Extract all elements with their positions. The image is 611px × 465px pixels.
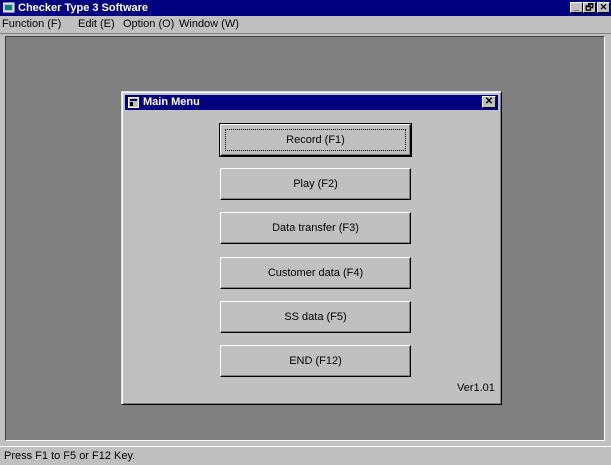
dialog-titlebar[interactable]: Main Menu ✕	[125, 95, 498, 110]
data-transfer-button[interactable]: Data transfer (F3)	[220, 212, 411, 244]
close-icon: ✕	[484, 96, 494, 107]
close-icon: ✕	[599, 2, 608, 12]
menu-window[interactable]: Window (W)	[179, 18, 239, 31]
play-button-label: Play (F2)	[293, 178, 338, 190]
status-text: Press F1 to F5 or F12 Key.	[4, 450, 136, 462]
close-button[interactable]: ✕	[597, 2, 610, 13]
minimize-icon: _	[573, 2, 579, 12]
maximize-button[interactable]: 🗗	[583, 2, 596, 13]
customer-data-button-label: Customer data (F4)	[267, 267, 364, 279]
app-icon	[3, 2, 15, 13]
menubar: Function (F) Edit (E) Option (O) Window …	[0, 16, 611, 34]
play-button[interactable]: Play (F2)	[220, 168, 411, 200]
minimize-button[interactable]: _	[570, 2, 583, 13]
record-button-label: Record (F1)	[286, 134, 345, 146]
ss-data-button[interactable]: SS data (F5)	[220, 301, 411, 333]
version-label: Ver1.01	[457, 382, 495, 394]
menu-function[interactable]: Function (F)	[2, 18, 61, 31]
customer-data-button[interactable]: Customer data (F4)	[220, 257, 411, 289]
menu-option[interactable]: Option (O)	[123, 18, 174, 31]
end-button[interactable]: END (F12)	[220, 345, 411, 377]
app-titlebar[interactable]: Checker Type 3 Software _ 🗗 ✕	[0, 0, 611, 16]
dialog-icon	[128, 97, 139, 108]
main-menu-dialog: Main Menu ✕ Record (F1) Play (F2) Data t…	[121, 91, 502, 405]
data-transfer-button-label: Data transfer (F3)	[272, 222, 359, 234]
ss-data-button-label: SS data (F5)	[284, 311, 347, 323]
dialog-close-button[interactable]: ✕	[482, 96, 496, 108]
app-title: Checker Type 3 Software	[18, 2, 149, 14]
end-button-label: END (F12)	[289, 355, 342, 367]
statusbar: Press F1 to F5 or F12 Key.	[0, 446, 611, 465]
dialog-title: Main Menu	[143, 96, 200, 108]
restore-icon: 🗗	[585, 2, 594, 12]
menu-edit[interactable]: Edit (E)	[78, 18, 115, 31]
record-button[interactable]: Record (F1)	[219, 123, 412, 157]
